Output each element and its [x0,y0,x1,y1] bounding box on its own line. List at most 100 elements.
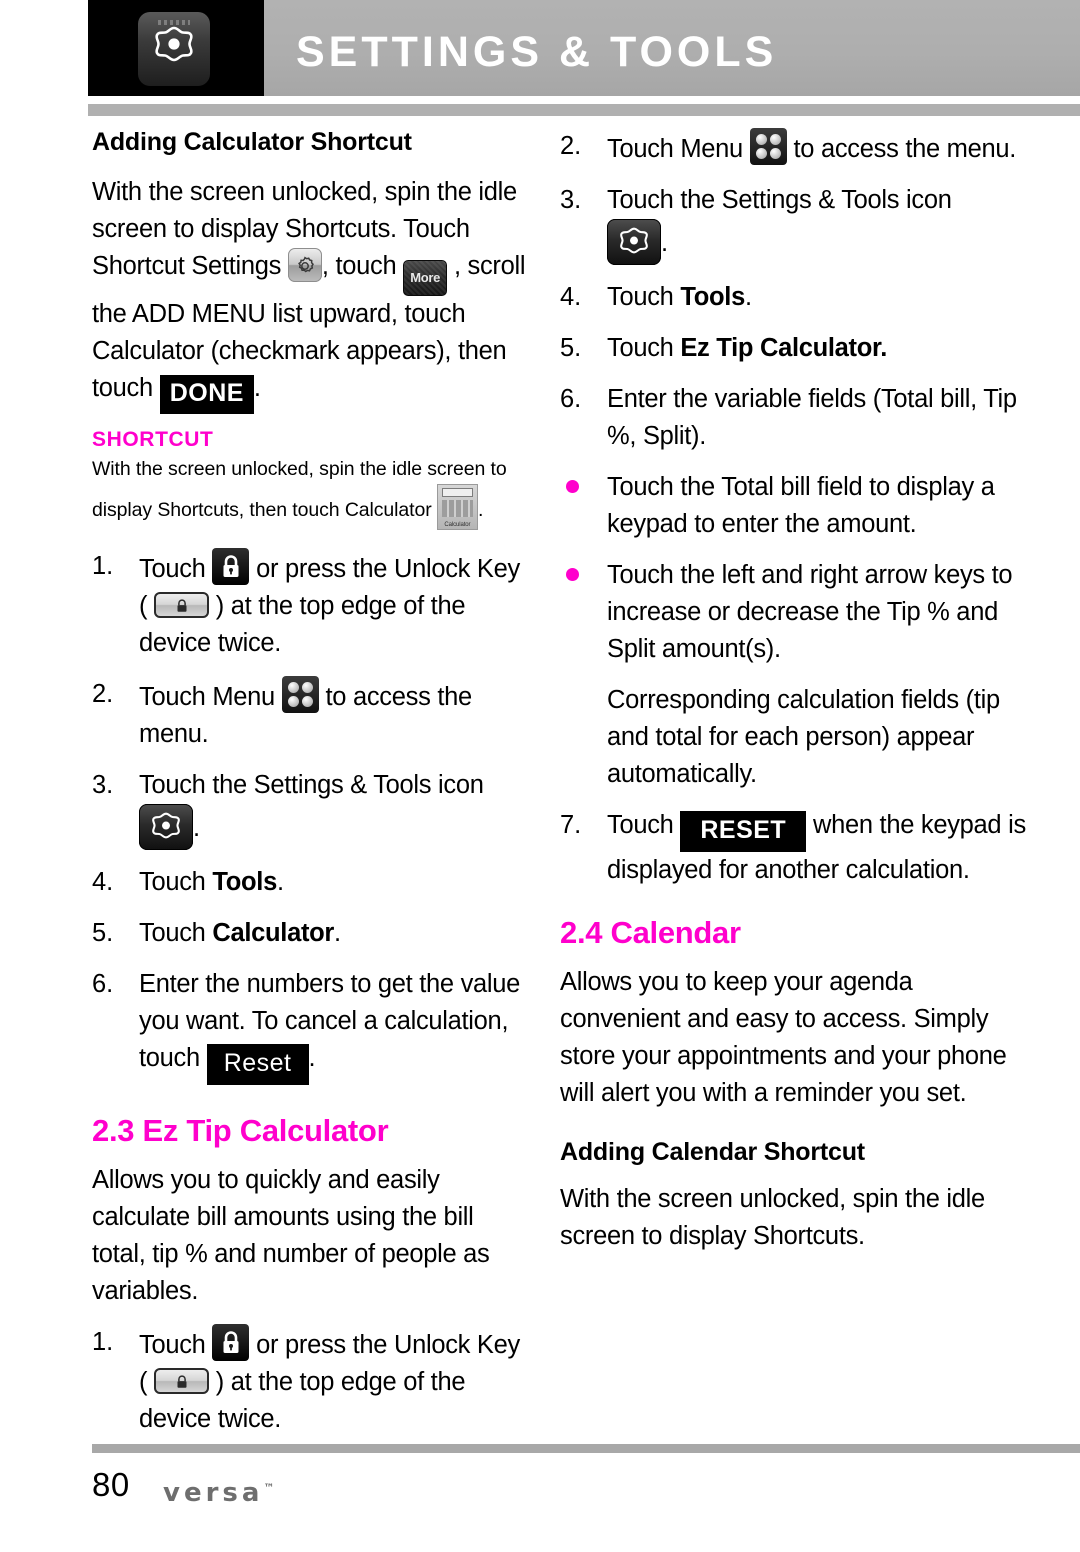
step-text-a: Touch Menu [139,683,275,711]
padlock-glyph-icon [223,554,239,577]
page-title: SETTINGS & TOOLS [296,28,778,76]
list-item: 5. Touch Calculator. [92,915,532,952]
list-marker: 4. [92,868,114,896]
adding-calculator-shortcut-paragraph: With the screen unlocked, spin the idle … [92,174,532,414]
lock-icon[interactable] [212,1324,250,1361]
list-marker: 6. [92,970,114,998]
shortcut-note: SHORTCUT With the screen unlocked, spin … [92,428,532,530]
step-text-a: Touch the Settings & Tools icon [139,771,484,799]
brand-name: versa [163,1478,264,1508]
step-bold-term: Tools [680,283,745,311]
menu-dot [287,696,299,707]
footer-divider [92,1444,1080,1453]
reset-button-label[interactable]: Reset [206,1044,309,1085]
step-text-a: Touch the Settings & Tools icon [607,186,952,214]
menu-dot [301,682,313,693]
step-text-b: to access the menu. [793,135,1017,163]
menu-dot [769,134,781,145]
padlock-glyph-icon [223,1330,239,1353]
list-marker: 3. [92,771,114,799]
shortcut-note-body: With the screen unlocked, spin the idle … [92,454,532,530]
list-item-text: Enter the variable fields (Total bill, T… [607,385,1017,450]
list-item-text: Touch Menu to access the menu. [139,676,472,748]
calculator-icon-label: Calculator [444,522,471,528]
calendar-description: Allows you to keep your agenda convenien… [560,968,1007,1107]
settings-tools-icon[interactable] [139,804,193,850]
list-marker: 1. [92,552,114,580]
step-bold-term: Tools [212,868,277,896]
right-column: 2. Touch Menu to access the menu. 3. Tou… [560,128,1030,1269]
step-text-b: . [661,229,668,257]
list-marker: 4. [560,283,582,311]
intro-text-part4: . [253,374,261,402]
step-text-a: Touch [139,868,206,896]
menu-dot [287,682,299,693]
list-item-text: Touch Tools. [607,283,752,311]
calculator-keys-glyph [441,500,473,517]
adding-calendar-shortcut-paragraph: With the screen unlocked, spin the idle … [560,1185,985,1250]
shortcut-note-title: SHORTCUT [92,428,214,451]
calculator-shortcut-icon: Calculator [436,484,478,530]
header-icon-box [88,0,264,96]
page-number: 80 [92,1466,130,1503]
menu-dot [769,148,781,159]
step-bold-term: Ez Tip Calculator. [680,334,888,362]
ez-tip-calculator-description: Allows you to quickly and easily calcula… [92,1166,490,1305]
list-item-text: Touch Tools. [139,868,284,896]
menu-grid-icon[interactable] [281,676,319,713]
step-text-b: . [193,814,200,842]
list-item-text: Touch the Total bill field to display a … [607,473,995,538]
list-item-text: Touch the left and right arrow keys to i… [607,561,1013,663]
menu-dot [755,134,767,145]
done-button-label[interactable]: DONE [159,375,254,414]
step-text-a: Touch Menu [607,135,743,163]
settings-tools-icon[interactable] [607,219,661,265]
gear-glyph-icon [297,256,314,273]
reset-button-label[interactable]: RESET [680,811,807,852]
menu-dot [755,148,767,159]
section-heading-ez-tip-calculator: 2.3 Ez Tip Calculator [92,1113,389,1148]
list-marker: 5. [560,334,582,362]
list-item: 2. Touch Menu to access the menu. [560,128,1030,168]
note-text: Corresponding calculation fields (tip an… [607,686,1000,788]
unlock-key-icon[interactable] [154,592,209,618]
list-item: 5. Touch Ez Tip Calculator. [560,330,1030,367]
unlock-key-icon[interactable] [154,1368,209,1394]
list-marker: 7. [560,811,582,839]
list-marker: 5. [92,919,114,947]
lock-icon[interactable] [212,548,250,585]
page-header: SETTINGS & TOOLS [0,0,1080,96]
bullet-dot-icon [566,567,579,581]
unlock-key-lock-glyph-icon [177,1374,186,1388]
list-item: Touch the Total bill field to display a … [560,469,1030,543]
menu-grid-icon[interactable] [749,128,787,165]
menu-dot [301,696,313,707]
intro-text-part2: , touch [321,252,397,280]
gear-flower-icon [155,26,193,62]
step-text-a: Touch [139,1331,206,1359]
step-bold-term: Calculator [212,919,335,947]
bullet-dot-icon [566,479,579,493]
list-item-text: Touch or press the Unlock Key ( ) at the… [139,548,520,657]
gear-flower-icon [152,812,180,839]
step-text-b: . [744,283,752,311]
list-marker: 2. [560,132,582,160]
list-item: 3. Touch the Settings & Tools icon . [560,182,1030,265]
list-item: 3. Touch the Settings & Tools icon . [92,767,532,850]
list-marker: 2. [92,680,114,708]
header-divider [88,104,1080,116]
step-text-b: . [334,919,341,947]
list-item-text: Touch Menu to access the menu. [607,128,1017,165]
list-item: 7. Touch RESET when the keypad is displa… [560,807,1030,889]
list-item: 1. Touch or press the Unlock Key ( ) at … [92,1324,532,1438]
section-heading-calendar: 2.4 Calendar [560,915,741,950]
list-item: 6. Enter the numbers to get the value yo… [92,966,532,1085]
list-item-text: Touch the Settings & Tools icon . [607,186,952,265]
list-item: 4. Touch Tools. [92,864,532,901]
more-button-icon[interactable]: More [403,260,448,296]
trademark-symbol: ™ [263,1481,279,1495]
adding-calendar-shortcut-heading: Adding Calendar Shortcut [560,1138,865,1166]
adding-calculator-shortcut-heading: Adding Calculator Shortcut [92,128,412,156]
step-text-b: . [276,868,284,896]
shortcut-settings-gear-icon [287,248,322,282]
